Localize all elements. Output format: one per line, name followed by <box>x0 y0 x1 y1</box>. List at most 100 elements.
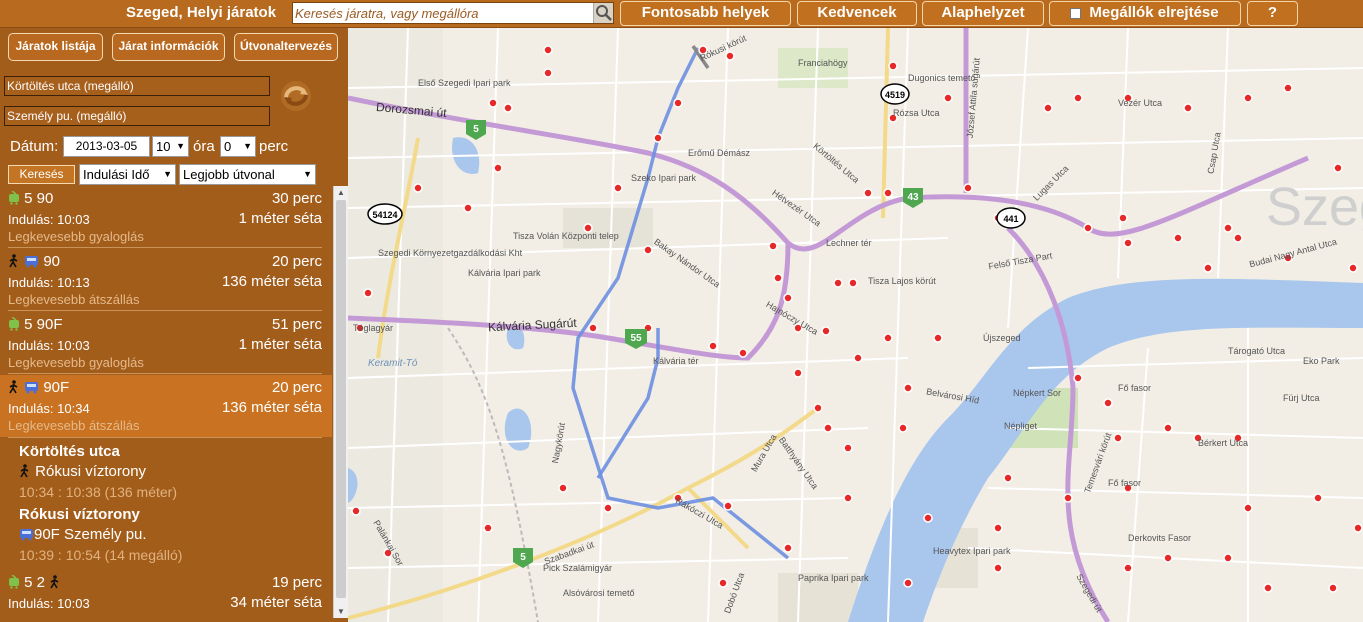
swap-stops-button[interactable] <box>278 78 314 114</box>
hide-stops-label: Megállók elrejtése <box>1089 4 1219 21</box>
tram-icon <box>9 575 19 589</box>
route-lines: 5 90F <box>24 316 63 333</box>
route-walk: 136 méter séta <box>221 399 322 416</box>
tab-route-info[interactable]: Járat információk <box>112 33 225 61</box>
dropdown-arrow-icon: ▼ <box>243 141 252 151</box>
detail-transfer-stop: Rókusi víztorony <box>19 506 140 523</box>
map-label-nepkert-sor: Népkert Sor <box>1013 388 1062 398</box>
detail-walk-leg: Rókusi víztorony <box>19 463 146 480</box>
route-badge-5-south-label: 5 <box>520 552 526 563</box>
minute-label: perc <box>259 138 289 155</box>
scroll-down-icon[interactable]: ▼ <box>337 607 345 616</box>
top-toolbar: Szeged, Helyi járatok Fontosabb helyek K… <box>0 0 1363 28</box>
route-note: Legkevesebb gyaloglás <box>8 355 144 370</box>
map-label-derkovits: Derkovits Fasor <box>1128 533 1192 543</box>
map-label-ujszeged: Újszeged <box>983 333 1021 343</box>
map-label-teglagyar: Téglagyár <box>353 323 394 333</box>
map-label-fo-fasor: Fő fasor <box>1118 383 1152 393</box>
map-label-heavytex: Heavytex Ipari park <box>933 546 1011 556</box>
route-walk: 34 méter séta <box>230 594 322 611</box>
route-walk: 1 méter séta <box>238 210 322 227</box>
tab-route-planning[interactable]: Útvonaltervezés <box>234 33 338 61</box>
map-label-dugonics-temeto: Dugonics temető <box>908 73 976 83</box>
detail-start-stop: Körtöltés utca <box>19 443 120 460</box>
map-label-berkert: Bérkert Utca <box>1198 438 1249 448</box>
map-label-franciahegy: Franciahögy <box>798 58 848 68</box>
date-input[interactable]: 2013-03-05 <box>63 136 150 157</box>
walk-icon <box>50 575 59 589</box>
route-badge-43-label: 43 <box>907 192 919 203</box>
search-input[interactable] <box>295 5 593 22</box>
map-label-kalvaria-ipari: Kálvária Ipari park <box>468 268 541 278</box>
walk-icon <box>20 464 29 478</box>
search-box <box>292 2 614 24</box>
detail-walk-destination: Rókusi víztorony <box>35 463 147 480</box>
map-label-furj: Fürj Utca <box>1283 393 1320 403</box>
map-label-szegedi-kornyezet: Szegedi Környezetgazdálkodási Kht <box>378 248 523 258</box>
map-label-eko-park: Eko Park <box>1303 356 1340 366</box>
search-button[interactable] <box>593 3 613 23</box>
reset-button[interactable]: Alaphelyzet <box>922 1 1044 26</box>
route-lines: 90F <box>43 379 70 396</box>
help-button[interactable]: ? <box>1247 1 1298 26</box>
dropdown-arrow-icon: ▼ <box>163 169 172 179</box>
route-departure: Indulás: 10:03 <box>8 596 90 611</box>
map-label-lechner-ter: Lechner tér <box>826 238 872 248</box>
bus-icon <box>25 382 39 394</box>
divider <box>8 373 322 374</box>
tram-icon <box>9 317 19 331</box>
from-stop-field[interactable]: Körtöltés utca (megálló) <box>4 76 270 96</box>
route-result-5[interactable]: 5 2 19 perc Indulás: 10:03 34 méter séta <box>0 570 332 622</box>
route-duration: 19 perc <box>271 574 322 591</box>
search-icon <box>596 5 612 21</box>
important-places-button[interactable]: Fontosabb helyek <box>620 1 791 26</box>
map-view[interactable]: 5 43 55 5 4519 54124 441 Szeg Dorozsmai … <box>348 28 1363 622</box>
hide-stops-button[interactable]: Megállók elrejtése <box>1049 1 1241 26</box>
scroll-up-icon[interactable]: ▲ <box>337 188 345 197</box>
time-mode-value: Indulási Idő <box>83 167 150 182</box>
search-route-button[interactable]: Keresés <box>8 165 75 184</box>
map-label-alsovarosi-temeto: Alsóvárosi temető <box>563 588 635 598</box>
dropdown-arrow-icon: ▼ <box>303 169 312 179</box>
hour-select[interactable]: 10 ▼ <box>152 136 189 157</box>
bus-icon <box>25 256 39 268</box>
map-label-paprika-ipari: Paprika Ipari park <box>798 573 869 583</box>
minute-select[interactable]: 0 ▼ <box>220 136 256 157</box>
route-result-3[interactable]: 5 90F 51 perc Indulás: 10:03 1 méter sét… <box>0 312 332 374</box>
route-departure: Indulás: 10:03 <box>8 338 90 353</box>
route-results-list: 5 90 30 perc Indulás: 10:03 1 méter séta… <box>0 186 332 622</box>
divider <box>8 247 322 248</box>
hour-value: 10 <box>156 139 171 154</box>
route-badge-55-label: 55 <box>630 333 642 344</box>
route-badge-54124-label: 54124 <box>372 210 397 220</box>
time-mode-select[interactable]: Indulási Idő ▼ <box>79 164 176 185</box>
route-departure: Indulás: 10:13 <box>8 275 90 290</box>
divider <box>8 310 322 311</box>
tab-routes-list[interactable]: Járatok listája <box>8 33 103 61</box>
map-label-tisza-lajos: Tisza Lajos körút <box>868 276 936 286</box>
map-label-fo-sor: Fő fasor <box>1108 478 1142 488</box>
route-result-2[interactable]: 90 20 perc Indulás: 10:13 136 méter séta… <box>0 249 332 311</box>
bus-icon <box>20 529 33 541</box>
map-label-keramit-to: Keramit-Tó <box>368 358 418 369</box>
route-result-4-selected[interactable]: 90F 20 perc Indulás: 10:34 136 méter sét… <box>0 375 332 437</box>
map-label-nepliget: Népliget <box>1004 421 1038 431</box>
detail-bus-leg: 90F Személy pu. <box>19 526 147 543</box>
hide-stops-checkbox[interactable] <box>1070 8 1081 19</box>
route-badge-5-label: 5 <box>473 124 479 135</box>
detail-walk-time: 10:34 : 10:38 (136 méter) <box>19 484 177 500</box>
minute-value: 0 <box>224 139 232 154</box>
route-walk: 136 méter séta <box>221 273 322 290</box>
map-label-kalvaria-ter: Kálvária tér <box>653 356 699 366</box>
route-preference-select[interactable]: Legjobb útvonal ▼ <box>179 164 316 185</box>
swap-arrows-icon <box>281 81 311 111</box>
route-result-1[interactable]: 5 90 30 perc Indulás: 10:03 1 méter séta… <box>0 186 332 248</box>
to-stop-field[interactable]: Személy pu. (megálló) <box>4 106 270 126</box>
map-label-rozsa: Rózsa Utca <box>893 108 940 118</box>
results-scrollbar[interactable]: ▲ ▼ <box>333 186 348 618</box>
favorites-button[interactable]: Kedvencek <box>797 1 917 26</box>
dropdown-arrow-icon: ▼ <box>176 141 185 151</box>
map-label-eromu: Erőmű Démász <box>688 148 751 158</box>
scrollbar-thumb[interactable] <box>336 200 346 598</box>
route-duration: 30 perc <box>271 190 322 207</box>
